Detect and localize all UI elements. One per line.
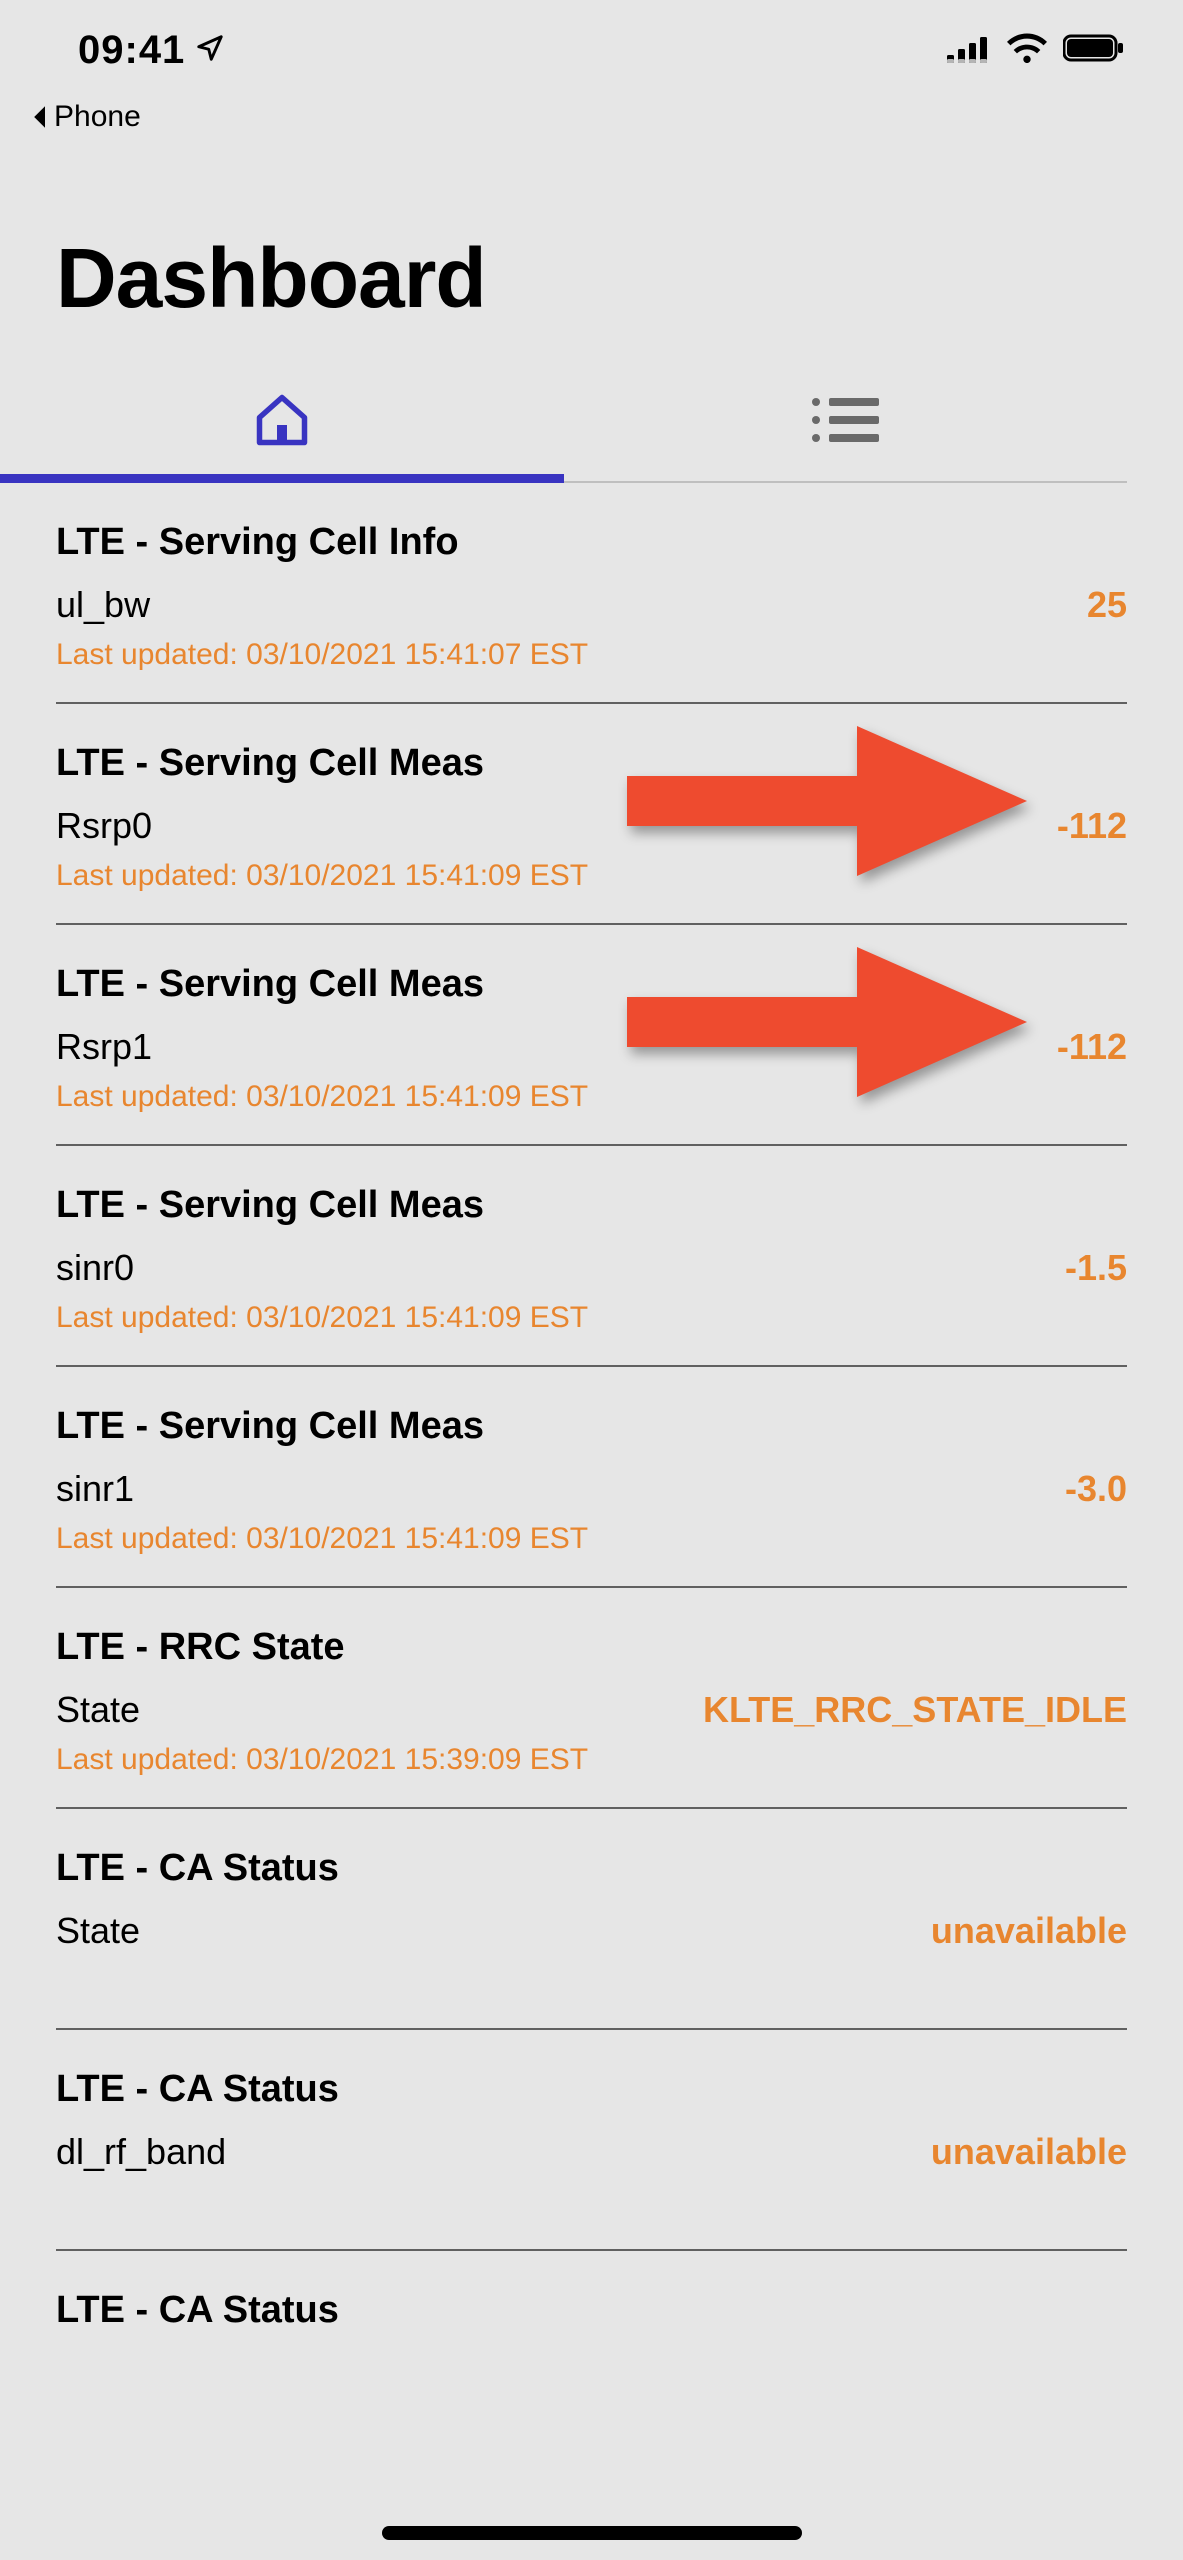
item-title: LTE - CA Status [56,1847,1127,1890]
item-updated: Last updated: 03/10/2021 15:41:09 EST [56,1522,1127,1556]
item-updated: Last updated: 03/10/2021 15:41:09 EST [56,859,1127,893]
item-value: 25 [1087,584,1127,626]
item-field: Rsrp1 [56,1026,152,1068]
status-bar: 09:41 [0,0,1183,100]
cellular-icon [947,28,991,73]
item-title: LTE - Serving Cell Meas [56,1184,1127,1227]
list-item[interactable]: LTE - RRC State State KLTE_RRC_STATE_IDLE L… [56,1588,1127,1809]
chevron-left-icon [30,105,48,129]
item-row: dl_rf_band unavailable [56,2131,1127,2173]
item-field: State [56,1910,140,1952]
item-value: KLTE_RRC_STATE_IDLE [703,1689,1127,1731]
item-value: -112 [1057,805,1127,847]
list-item[interactable]: LTE - CA Status dl_rf_band unavailable [56,2030,1127,2251]
list-item[interactable]: LTE - Serving Cell Meas sinr0 -1.5 Last upd… [56,1146,1127,1367]
item-value: -112 [1057,1026,1127,1068]
item-row: Rsrp1 -112 [56,1026,1127,1068]
item-title: LTE - Serving Cell Meas [56,963,1127,1006]
item-row: ul_bw 25 [56,584,1127,626]
home-icon [252,390,312,455]
item-field: ul_bw [56,584,150,626]
item-title: LTE - Serving Cell Meas [56,742,1127,785]
item-updated: Last updated: 03/10/2021 15:41:09 EST [56,1080,1127,1114]
list-item[interactable]: LTE - Serving Cell Meas Rsrp0 -112 Last upd… [56,704,1127,925]
item-row: State unavailable [56,1910,1127,1952]
list-item[interactable]: LTE - Serving Cell Meas Rsrp1 -112 Last upd… [56,925,1127,1146]
item-value: unavailable [931,2131,1127,2173]
item-value: -3.0 [1065,1468,1127,1510]
item-field: State [56,1689,140,1731]
tabs [0,363,1127,483]
list-icon [809,394,881,451]
home-indicator[interactable] [382,2526,802,2540]
list-item[interactable]: LTE - Serving Cell Info ul_bw 25 Last updat… [56,483,1127,704]
status-time: 09:41 [78,28,185,73]
item-field: dl_rf_band [56,2131,226,2173]
item-title: LTE - CA Status [56,2068,1127,2111]
tab-list[interactable] [564,363,1128,481]
location-icon [195,28,225,73]
item-updated: Last updated: 03/10/2021 15:39:09 EST [56,1743,1127,1777]
item-value: -1.5 [1065,1247,1127,1289]
metrics-list[interactable]: LTE - Serving Cell Info ul_bw 25 Last updat… [0,483,1183,2560]
item-row: sinr1 -3.0 [56,1468,1127,1510]
back-to-app[interactable]: Phone [0,100,1183,162]
item-field: Rsrp0 [56,805,152,847]
wifi-icon [1007,28,1047,73]
item-title: LTE - RRC State [56,1626,1127,1669]
list-item[interactable]: LTE - Serving Cell Meas sinr1 -3.0 Last upd… [56,1367,1127,1588]
item-title: LTE - Serving Cell Info [56,521,1127,564]
tab-home[interactable] [0,363,564,481]
item-updated: Last updated: 03/10/2021 15:41:07 EST [56,638,1127,672]
item-updated: Last updated: 03/10/2021 15:41:09 EST [56,1301,1127,1335]
list-item[interactable]: LTE - CA Status State unavailable [56,1809,1127,2030]
item-row: Rsrp0 -112 [56,805,1127,847]
item-row: sinr0 -1.5 [56,1247,1127,1289]
item-value: unavailable [931,1910,1127,1952]
item-field: sinr0 [56,1247,134,1289]
battery-icon [1063,28,1125,73]
page-title: Dashboard [0,162,1183,363]
item-row: State KLTE_RRC_STATE_IDLE [56,1689,1127,1731]
item-field: sinr1 [56,1468,134,1510]
list-item[interactable]: LTE - CA Status [56,2251,1127,2416]
back-app-label: Phone [54,100,141,134]
item-title: LTE - CA Status [56,2289,1127,2332]
item-title: LTE - Serving Cell Meas [56,1405,1127,1448]
